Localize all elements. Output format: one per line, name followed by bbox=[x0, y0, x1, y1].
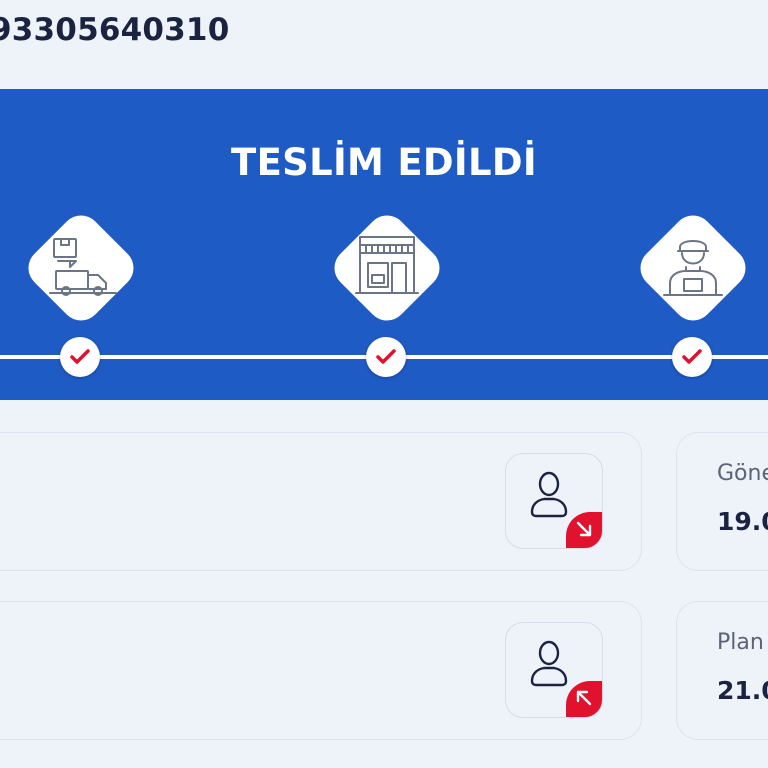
status-title: TESLİM EDİLDİ bbox=[231, 141, 537, 184]
arrow-up-left-icon bbox=[576, 690, 592, 706]
receiver-person-icon bbox=[530, 640, 568, 687]
delivery-truck-icon bbox=[49, 238, 117, 296]
store-icon bbox=[355, 236, 419, 294]
step-check-icon bbox=[366, 337, 406, 377]
sender-date-value: 19.0 bbox=[717, 507, 768, 536]
receiver-icon-box bbox=[505, 622, 603, 718]
status-banner: TESLİM EDİLDİ bbox=[0, 89, 768, 400]
planned-date-label: Plan bbox=[717, 630, 764, 655]
sender-icon-box bbox=[505, 453, 603, 549]
sender-person-icon bbox=[530, 471, 568, 518]
step-check-icon bbox=[672, 337, 712, 377]
tracking-number: 93305640310 bbox=[0, 12, 230, 48]
courier-icon bbox=[663, 240, 723, 296]
planned-date-card: Plan 21.0 bbox=[676, 601, 768, 740]
sender-date-card: Göne 19.0 bbox=[676, 432, 768, 571]
sender-date-label: Göne bbox=[717, 461, 768, 486]
shipment-tracking-page: 93305640310 TESLİM EDİLDİ Gön 19. Plan 2… bbox=[0, 0, 768, 768]
step-check-icon bbox=[60, 337, 100, 377]
arrow-down-right-icon bbox=[576, 521, 592, 537]
receiver-card bbox=[0, 601, 642, 740]
planned-date-value: 21.0 bbox=[717, 676, 768, 705]
sender-card bbox=[0, 432, 642, 571]
